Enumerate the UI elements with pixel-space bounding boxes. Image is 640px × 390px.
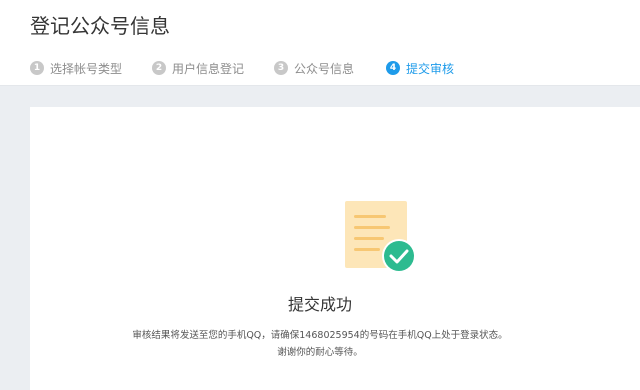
step-number-2: 2 <box>152 61 166 75</box>
step-number-4: 4 <box>386 61 400 75</box>
step-number-3: 3 <box>274 61 288 75</box>
document-line <box>354 248 380 251</box>
document-check-icon <box>345 201 416 273</box>
document-line <box>354 226 390 229</box>
document-line <box>354 237 384 240</box>
page-header: 登记公众号信息 1 选择帐号类型 2 用户信息登记 3 公众号信息 4 提交审核 <box>0 0 640 86</box>
step-user-info[interactable]: 2 用户信息登记 <box>152 59 244 77</box>
check-badge <box>384 241 414 271</box>
result-title: 提交成功 <box>287 295 352 314</box>
step-label-2: 用户信息登记 <box>172 61 245 76</box>
step-label-4: 提交审核 <box>406 61 455 76</box>
document-line <box>354 215 386 218</box>
step-select-account-type[interactable]: 1 选择帐号类型 <box>30 59 122 77</box>
step-label-3: 公众号信息 <box>294 61 355 76</box>
step-number-1: 1 <box>30 61 44 75</box>
result-message-line-2: 谢谢你的耐心等待。 <box>277 347 363 358</box>
result-message-line-1: 审核结果将发送至您的手机QQ，请确保1468025954的号码在手机QQ上处于登… <box>132 330 508 341</box>
step-submit-review[interactable]: 4 提交审核 <box>386 59 454 77</box>
page-title: 登记公众号信息 <box>30 14 170 38</box>
step-label-1: 选择帐号类型 <box>50 61 123 76</box>
step-official-account-info[interactable]: 3 公众号信息 <box>274 59 354 77</box>
